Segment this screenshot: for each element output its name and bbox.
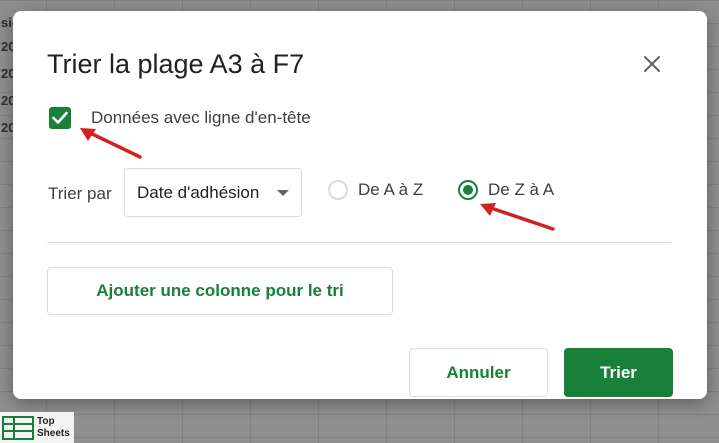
- radio-a-to-z-circle[interactable]: [328, 180, 348, 200]
- radio-a-to-z[interactable]: De A à Z: [328, 180, 423, 200]
- watermark-line1: Top: [37, 415, 55, 427]
- header-row-label[interactable]: Données avec ligne d'en-tête: [91, 108, 311, 128]
- spreadsheet-logo-icon: [2, 415, 34, 440]
- watermark-text: Top Sheets: [37, 416, 70, 440]
- sort-column-value: Date d'adhésion: [137, 182, 260, 202]
- close-button[interactable]: [639, 51, 665, 77]
- sort-column-select[interactable]: Date d'adhésion: [124, 168, 302, 217]
- sort-by-label: Trier par: [48, 184, 112, 203]
- radio-z-to-a[interactable]: De Z à A: [458, 180, 554, 200]
- header-row-checkbox[interactable]: [49, 107, 71, 129]
- add-sort-column-button[interactable]: Ajouter une colonne pour le tri: [47, 267, 393, 315]
- close-icon: [644, 56, 660, 72]
- dialog-title: Trier la plage A3 à F7: [47, 49, 305, 79]
- sort-range-dialog: Trier la plage A3 à F7 Données avec lign…: [13, 11, 707, 399]
- radio-z-to-a-circle[interactable]: [458, 180, 478, 200]
- checkmark-icon: [52, 111, 68, 124]
- cancel-button[interactable]: Annuler: [409, 348, 548, 397]
- watermark-logo: Top Sheets: [0, 412, 74, 443]
- chevron-down-icon: [277, 190, 289, 196]
- radio-a-to-z-label: De A à Z: [358, 180, 424, 199]
- divider: [47, 242, 671, 243]
- radio-z-to-a-label: De Z à A: [488, 180, 555, 199]
- sort-button[interactable]: Trier: [564, 348, 673, 397]
- watermark-line2: Sheets: [37, 427, 70, 439]
